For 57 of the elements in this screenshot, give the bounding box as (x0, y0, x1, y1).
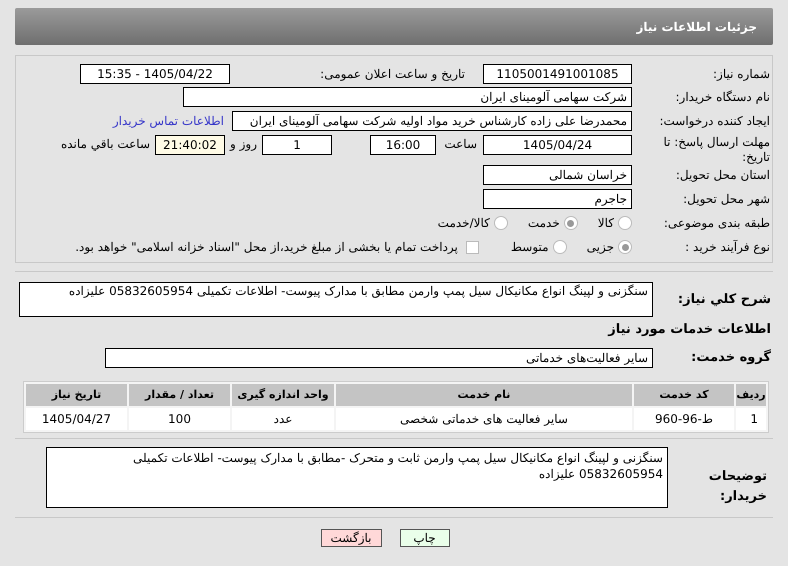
field-label: نوع فرآیند خرید : (684, 239, 771, 256)
field-label: تاریخ و ساعت اعلان عمومی: (319, 66, 465, 83)
radio-label: کالا/خدمت (438, 215, 490, 232)
radio-label: کالا (598, 215, 614, 232)
text-field[interactable]: محمدرضا علی زاده کارشناس خرید مواد اولیه شرکت سهامی آلومینای ایران (232, 111, 632, 131)
radio-label: جزیی (586, 239, 614, 256)
field-label: استان محل تحویل: (674, 167, 771, 184)
field-label: گروه خدمت: (690, 348, 772, 368)
column-header: تاریخ نیاز (26, 384, 127, 406)
text-field[interactable]: خراسان شمالی (483, 165, 632, 185)
table-cell: ط-96-960 (634, 408, 734, 430)
radio-button[interactable] (494, 216, 508, 230)
field-label: طبقه بندی موضوعی: (662, 215, 771, 232)
table-cell: 1 (736, 408, 766, 430)
notes-field[interactable]: سنگزنی و لپینگ انواع مکانیکال سیل پمپ وارمن ثابت و متحرک -مطابق با مدارک پیوست- اطلاعات تکمیلی 05832605954 علیزاده (46, 447, 668, 508)
text-field[interactable]: 1405/04/24 (483, 135, 632, 155)
table-cell: 1405/04/27 (26, 408, 127, 430)
countdown-field: 21:40:02 (155, 135, 225, 155)
back-button[interactable]: بازگشت (320, 529, 382, 547)
text-field[interactable]: 1 (262, 135, 332, 155)
radio-button[interactable] (552, 240, 567, 254)
field-label: شهر محل تحویل: (682, 191, 771, 208)
remaining-label: ساعت باقي مانده (60, 136, 150, 153)
text-field[interactable]: 16:00 (370, 135, 436, 155)
column-header: کد خدمت (634, 384, 734, 406)
column-header: واحد اندازه گیری (232, 384, 334, 406)
field-label: شماره نیاز: (712, 66, 771, 83)
radio-button[interactable] (564, 216, 578, 230)
column-header: نام خدمت (336, 384, 632, 406)
contact-link[interactable]: اطلاعات تماس خریدار (112, 112, 224, 130)
field-label: شرح کلي نياز: (676, 291, 772, 309)
payment-note: پرداخت تمام یا بخشی از مبلغ خرید،از محل "اسناد خزانه اسلامی" خواهد بود. (75, 239, 458, 256)
radio-label: خدمت (528, 215, 560, 232)
table-cell: سایر فعالیت های خدماتی شخصی (336, 408, 632, 430)
table-cell: عدد (232, 408, 334, 430)
text-field[interactable]: جاجرم (483, 189, 632, 209)
print-button[interactable]: چاپ (400, 529, 450, 547)
text-field[interactable]: شرکت سهامی آلومینای ایران (183, 87, 632, 107)
field-label: نام دستگاه خریدار: (674, 89, 771, 106)
section-heading: اطلاعات خدمات مورد نیاز (608, 321, 772, 340)
text-field[interactable]: سایر فعالیت‌های خدماتی (105, 348, 653, 368)
radio-label: متوسط (510, 239, 549, 256)
days-label: روز و (230, 136, 257, 153)
field-label: توضیحات خریدار: (708, 468, 768, 506)
column-header: ردیف (736, 384, 766, 406)
time-label: ساعت (443, 136, 477, 153)
text-field[interactable]: 1405/04/22 - 15:35 (80, 64, 230, 84)
table-cell: 100 (129, 408, 230, 430)
column-header: تعداد / مقدار (129, 384, 230, 406)
radio-button[interactable] (618, 216, 632, 230)
page-title: جزئیات اطلاعات نیاز (636, 18, 757, 36)
checkbox[interactable] (466, 240, 479, 254)
text-field[interactable]: 1105001491001085 (483, 64, 632, 84)
field-label: ایجاد کننده درخواست: (658, 113, 771, 130)
radio-button[interactable] (618, 240, 632, 254)
field-label: مهلت ارسال پاسخ: تا تاریخ: (662, 135, 771, 165)
description-field[interactable]: سنگزنی و لپینگ انواع مکانیکال سیل پمپ وارمن مطابق با مدارک پیوست- اطلاعات تکمیلی 05832605954 علیزاده (19, 282, 653, 317)
